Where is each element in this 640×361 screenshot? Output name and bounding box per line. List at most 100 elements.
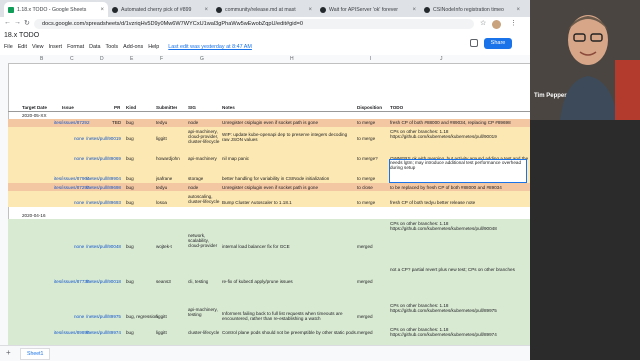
notes-cell: internal load balancer fix for GCE [222, 244, 290, 249]
comment-icon[interactable] [470, 39, 478, 47]
kind-cell: bug [126, 244, 134, 249]
issue-link[interactable]: ites/issues/89898 [54, 330, 90, 335]
date-group-2: 2020-04-16 [22, 213, 46, 218]
kind-cell: bug, regression [126, 314, 158, 319]
header-row [8, 105, 530, 112]
kind-cell: bug [126, 185, 134, 190]
tab-label: CSINodeInfo registration timeo [433, 6, 504, 13]
pr-link[interactable]: /netes/pull/90048 [86, 244, 122, 249]
github-favicon-icon [112, 6, 118, 13]
forward-icon[interactable]: → [14, 19, 21, 26]
kind-cell: bug [126, 200, 134, 205]
column-headers: BCDEFGHIJ [0, 55, 530, 64]
tab-sheets[interactable]: 1.18.x TODO - Google Sheets × [4, 2, 108, 17]
disposition-cell: to merge [357, 200, 376, 205]
disposition-cell: merged [357, 314, 373, 319]
issue-link[interactable]: none [74, 156, 84, 161]
pr-link[interactable]: /netes/pull/89975 [86, 314, 122, 319]
menu-help[interactable]: Help [148, 44, 159, 50]
video-panel: Tim Pepper [530, 0, 640, 360]
spreadsheet-grid[interactable]: BCDEFGHIJ Target Date Issue PR Kind Subm… [0, 55, 530, 345]
sig-cell: node [188, 120, 199, 125]
sig-cell: network, scalability, cloud-provider [188, 233, 218, 249]
star-icon[interactable]: ☆ [480, 19, 486, 27]
last-edit-link[interactable]: Last edit was yesterday at 8:47 AM [168, 44, 252, 50]
issue-link[interactable]: none [74, 136, 84, 141]
tab-csinodeinfo[interactable]: CSINodeInfo registration timeo × [420, 2, 524, 17]
disposition-cell: to merge [357, 136, 376, 141]
close-icon[interactable]: × [308, 7, 312, 13]
pr-link[interactable]: /netes/pull/90018 [86, 279, 122, 284]
issue-link[interactable]: ites/issues/87964 [54, 176, 90, 181]
header-issue: Issue [62, 105, 74, 110]
todo-cell-selected[interactable]: needs lgtm; may introduce additional tes… [389, 159, 527, 183]
header-kind: Kind [126, 105, 137, 110]
notes-cell: WIP: update kube-openapi dep to preserve… [222, 132, 348, 143]
sig-cell: api-machinery, cloud-provider, cluster-l… [188, 129, 220, 145]
reload-icon[interactable]: ↻ [24, 19, 30, 27]
add-sheet-icon[interactable]: + [6, 348, 11, 357]
menu-insert[interactable]: Insert [49, 44, 62, 50]
issue-link[interactable]: none [74, 200, 84, 205]
notes-cell: Control plane pods should not be preempt… [222, 330, 358, 335]
more-menu-icon[interactable]: ⋮ [510, 19, 517, 27]
back-icon[interactable]: ← [4, 19, 11, 26]
menu-addons[interactable]: Add-ons [123, 44, 143, 50]
issue-link[interactable]: ites/issues/87292 [54, 185, 90, 190]
menu-data[interactable]: Data [89, 44, 100, 50]
menu-file[interactable]: File [4, 44, 13, 50]
notes-cell: re-fix of kubectl apply/prune issues [222, 279, 293, 284]
sheet-tab-sheet1[interactable]: Sheet1 [20, 348, 51, 360]
kind-cell: bug [126, 156, 134, 161]
kind-cell: bug [126, 279, 134, 284]
pr-link[interactable]: /netes/pull/90019 [86, 136, 122, 141]
url-field[interactable]: docs.google.com/spreadsheets/d/1vzriqHv5… [34, 19, 474, 29]
tab-apiserver[interactable]: Wait for APIServer 'ok' forever × [316, 2, 420, 17]
close-icon[interactable]: × [100, 7, 104, 13]
header-submitter: Submitter [156, 105, 178, 110]
participant-video [530, 0, 640, 120]
todo-cell: CPs on other branches: 1.18 https://gith… [390, 303, 497, 314]
pr-link: TBD [112, 120, 122, 125]
header-target: Target Date [22, 105, 47, 110]
issue-link[interactable]: none [74, 244, 84, 249]
submitter-cell: liggitt [156, 314, 167, 319]
pr-link[interactable]: /netes/pull/89904 [86, 176, 122, 181]
profile-avatar[interactable] [492, 20, 501, 29]
tab-label: community/release.md at mast [225, 6, 296, 13]
close-icon[interactable]: × [412, 7, 416, 13]
browser-tab-bar: 1.18.x TODO - Google Sheets × Automated … [0, 0, 530, 17]
header-todo: TODO [390, 105, 404, 110]
issue-link[interactable]: ites/issues/87292 [54, 120, 90, 125]
header-notes: Notes [222, 105, 235, 110]
pr-link[interactable]: /netes/pull/89974 [86, 330, 122, 335]
github-favicon-icon [424, 6, 430, 13]
todo-cell: CPs on other branches: 1.18 https://gith… [390, 129, 497, 140]
menu-view[interactable]: View [32, 44, 44, 50]
doc-title[interactable]: 18.x TODO [4, 32, 39, 39]
notes-cell: nil map panic [222, 156, 250, 161]
menu-tools[interactable]: Tools [106, 44, 119, 50]
notes-cell: Bump Cluster Autoscaler to 1.18.1 [222, 200, 292, 205]
tab-label: 1.18.x TODO - Google Sheets [17, 6, 87, 13]
close-icon[interactable]: × [516, 7, 520, 13]
pr-link[interactable]: /netes/pull/89069 [86, 156, 122, 161]
participant-name: Tim Pepper [534, 93, 567, 99]
issue-link[interactable]: none [74, 314, 84, 319]
share-button[interactable]: Share [484, 38, 512, 49]
close-icon[interactable]: × [204, 7, 208, 13]
menu-format[interactable]: Format [67, 44, 84, 50]
tab-community-release[interactable]: community/release.md at mast × [212, 2, 316, 17]
disposition-cell: to merge [357, 120, 376, 125]
kind-cell: bug [126, 136, 134, 141]
issue-link[interactable]: ites/issues/87738 [54, 279, 90, 284]
disposition-cell: to close [357, 185, 373, 190]
notes-cell: better handling for variability in CSINo… [222, 176, 330, 181]
submitter-cell: liggitt [156, 330, 167, 335]
menu-edit[interactable]: Edit [18, 44, 27, 50]
submitter-cell: losoa [156, 200, 167, 205]
pr-link[interactable]: /netes/pull/89693 [86, 200, 122, 205]
submitter-cell: jsafrane [156, 176, 173, 181]
pr-link[interactable]: /netes/pull/89698 [86, 185, 122, 190]
tab-cherry-pick[interactable]: Automated cherry pick of #899 × [108, 2, 212, 17]
